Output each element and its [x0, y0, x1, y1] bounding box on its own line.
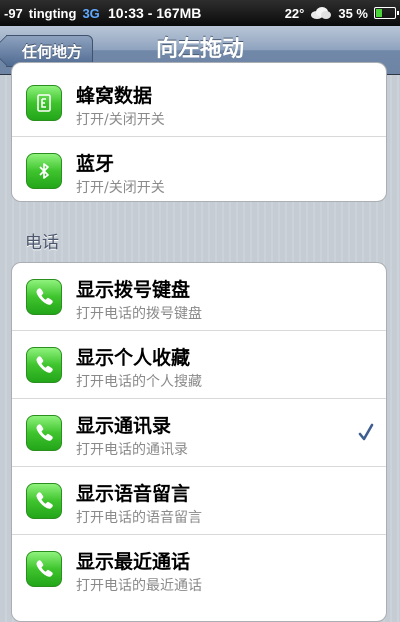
item-subtitle: 打开/关闭开关	[76, 112, 165, 128]
cloud-icon	[310, 7, 332, 19]
list-item-show-favorites[interactable]: 显示个人收藏 打开电话的个人搜藏	[12, 331, 386, 399]
network-type: 3G	[82, 5, 100, 21]
phone-icon	[26, 551, 62, 587]
battery-fill	[376, 9, 382, 17]
item-title: 蓝牙	[76, 153, 115, 175]
temperature: 22°	[284, 5, 305, 21]
item-subtitle: 打开电话的通讯录	[76, 442, 188, 458]
signal-strength: -97	[4, 5, 23, 21]
item-subtitle: 打开电话的最近通话	[76, 578, 202, 594]
item-title: 显示通讯录	[76, 415, 172, 437]
settings-group-phone: 显示拨号键盘 打开电话的拨号键盘 显示个人收藏 打开电话的个人搜藏 显示通讯录 …	[11, 262, 387, 622]
status-bar: -97 tingting 3G 10:33 - 167MB 22° 35 %	[0, 0, 400, 26]
section-header-phone: 电话	[25, 233, 59, 253]
checkmark-icon	[358, 423, 374, 443]
item-subtitle: 打开电话的个人搜藏	[76, 374, 202, 390]
item-subtitle: 打开/关闭开关	[76, 180, 165, 196]
time-memory: 10:33 - 167MB	[108, 5, 202, 21]
item-title: 显示最近通话	[76, 551, 191, 573]
phone-icon	[26, 279, 62, 315]
list-item-show-contacts[interactable]: 显示通讯录 打开电话的通讯录	[12, 399, 386, 467]
list-item-cellular-data[interactable]: 蜂窝数据 打开/关闭开关	[12, 69, 386, 137]
item-title: 显示语音留言	[76, 483, 191, 505]
list-item-show-recents[interactable]: 显示最近通话 打开电话的最近通话	[12, 535, 386, 603]
list-item-bluetooth[interactable]: 蓝牙 打开/关闭开关	[12, 137, 386, 201]
item-title: 显示拨号键盘	[76, 279, 191, 301]
list-item-show-keypad[interactable]: 显示拨号键盘 打开电话的拨号键盘	[12, 263, 386, 331]
item-title: 蜂窝数据	[76, 85, 153, 107]
carrier-name: tingting	[28, 5, 77, 21]
cellular-data-icon	[26, 85, 62, 121]
item-title: 显示个人收藏	[76, 347, 191, 369]
phone-icon	[26, 415, 62, 451]
back-button-label: 任何地方	[22, 42, 83, 61]
item-subtitle: 打开电话的拨号键盘	[76, 306, 202, 322]
bluetooth-icon	[26, 153, 62, 189]
item-subtitle: 打开电话的语音留言	[76, 510, 202, 526]
phone-icon	[26, 483, 62, 519]
settings-group-data: 蜂窝数据 打开/关闭开关 蓝牙 打开/关闭开关	[11, 62, 387, 202]
battery-icon	[374, 7, 399, 19]
battery-percent: 35 %	[338, 5, 368, 21]
phone-icon	[26, 347, 62, 383]
list-item-show-voicemail[interactable]: 显示语音留言 打开电话的语音留言	[12, 467, 386, 535]
